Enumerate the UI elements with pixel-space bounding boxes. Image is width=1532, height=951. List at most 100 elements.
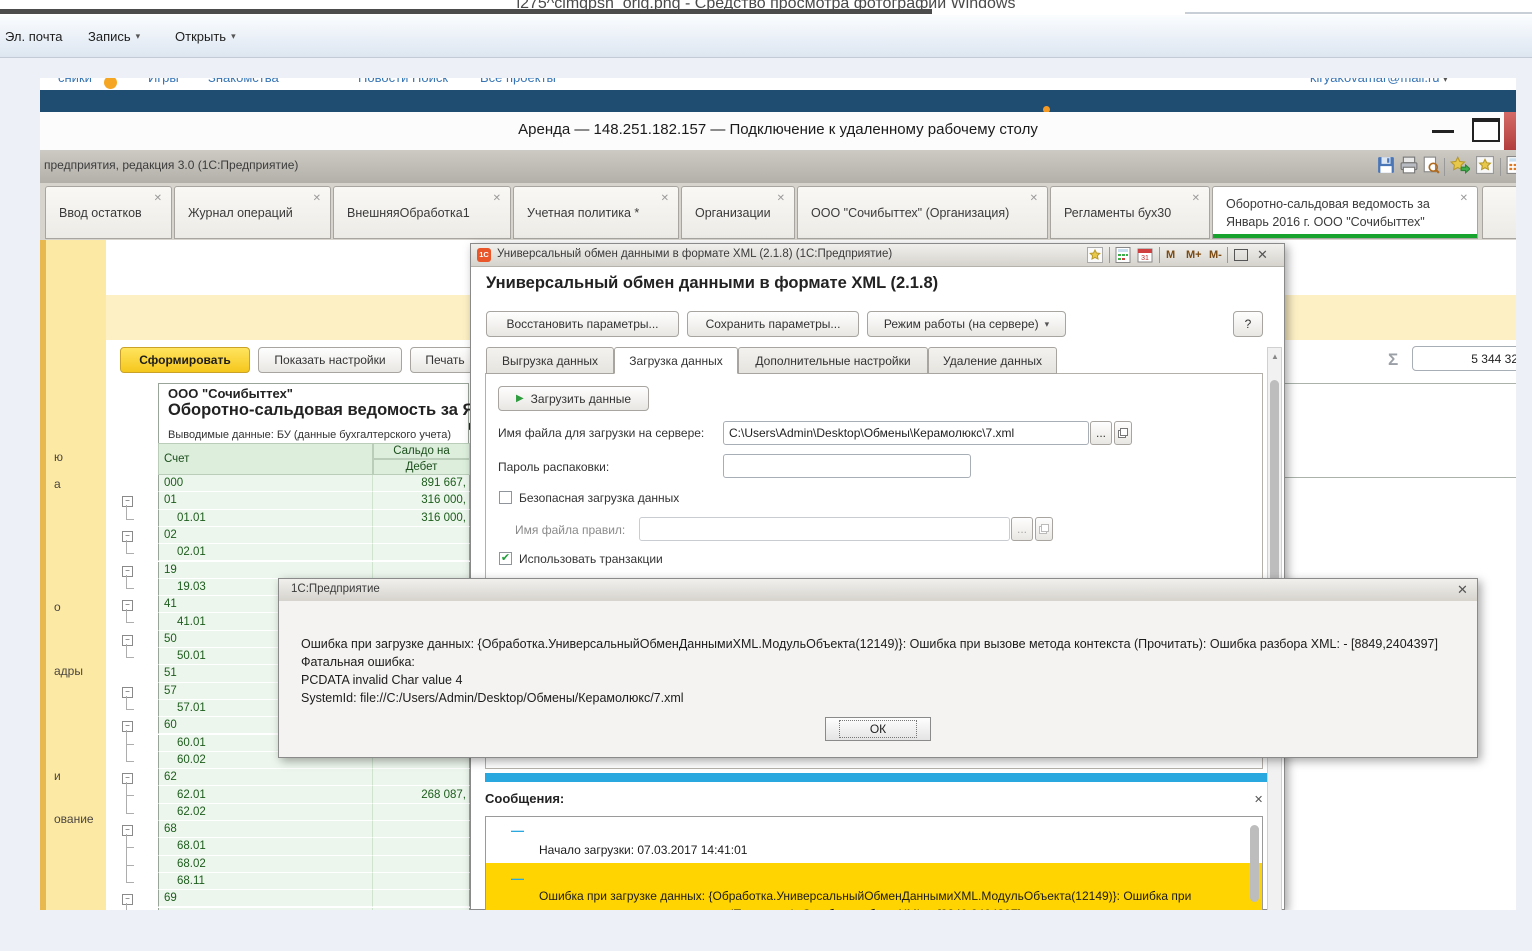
messages-divider[interactable] [485, 773, 1269, 782]
dialog-tab-3[interactable]: Дополнительные настройки [738, 347, 928, 374]
print-icon[interactable] [1400, 156, 1420, 176]
param-button-2[interactable]: Сохранить параметры... [687, 311, 859, 337]
xml-dialog-titlebar[interactable]: 1С Универсальный обмен данными в формате… [471, 244, 1284, 267]
expand-toggle-icon[interactable]: − [122, 894, 133, 905]
print-preview-icon[interactable] [1422, 156, 1442, 176]
add-favorite-icon[interactable] [1450, 156, 1470, 176]
rules-input[interactable] [639, 517, 1010, 541]
open-file-icon[interactable] [1114, 421, 1132, 445]
favorites-icon[interactable] [1476, 156, 1496, 176]
table-row-debit[interactable] [373, 856, 470, 873]
close-tab-icon[interactable]: ✕ [313, 193, 321, 204]
table-row-debit[interactable] [373, 821, 470, 838]
messages-scrollbar[interactable] [1250, 825, 1259, 902]
col-header-debit[interactable]: Дебет [373, 459, 470, 475]
maximize-button[interactable] [1472, 118, 1500, 142]
favorites-icon[interactable] [1087, 247, 1103, 268]
show-settings-button[interactable]: Показать настройки [258, 347, 402, 373]
sidebar-item[interactable]: ование [54, 812, 94, 826]
expand-toggle-icon[interactable]: − [122, 721, 133, 732]
account-link[interactable]: kiryakovamar@mail.ru ▾ [1310, 78, 1448, 85]
table-row-debit[interactable]: 316 000, [373, 510, 470, 527]
tab-5[interactable]: Организации✕ [681, 186, 795, 239]
browser-link[interactable]: сники [58, 78, 92, 85]
open-file-icon[interactable] [1035, 517, 1053, 541]
save-icon[interactable] [1377, 156, 1397, 176]
tab-2[interactable]: Журнал операций✕ [174, 186, 331, 239]
close-tab-icon[interactable]: ✕ [1030, 193, 1038, 204]
ok-button[interactable]: ОК [825, 717, 931, 741]
sidebar-item[interactable]: адры [54, 664, 83, 678]
table-row-debit[interactable] [373, 838, 470, 855]
tab-fragment[interactable] [1482, 186, 1516, 239]
table-row-account[interactable]: 69 [158, 890, 373, 907]
table-row-account[interactable]: 000 [158, 475, 373, 492]
generate-button[interactable]: Сформировать [120, 347, 250, 373]
table-row-debit[interactable] [373, 527, 470, 544]
browser-link[interactable]: Все проекты [480, 78, 556, 85]
message-item[interactable]: —Ошибка при загрузке данных: {Обработка.… [486, 863, 1263, 910]
table-row-debit[interactable] [373, 804, 470, 821]
table-row-account[interactable]: 01 [158, 492, 373, 509]
calculator-icon[interactable] [1115, 247, 1131, 268]
dialog-tab-1[interactable]: Выгрузка данных [486, 347, 614, 374]
dialog-tab-4[interactable]: Удаление данных [928, 347, 1057, 374]
tab-7[interactable]: Регламенты бух30✕ [1050, 186, 1210, 239]
sidebar-item[interactable]: ю [54, 450, 63, 464]
table-row-account[interactable]: 62.01 [158, 786, 373, 803]
expand-toggle-icon[interactable]: − [122, 496, 133, 507]
file-input[interactable]: C:\Users\Admin\Desktop\Обмены\Керамолюкс… [723, 421, 1089, 445]
table-row-account[interactable]: 62.02 [158, 804, 373, 821]
scroll-up-icon[interactable]: ▲ [1271, 352, 1279, 361]
table-row-account[interactable]: 02.01 [158, 544, 373, 561]
expand-toggle-icon[interactable]: − [122, 773, 133, 784]
col-header-account[interactable]: Счет [158, 443, 373, 475]
browser-link[interactable]: Новости [358, 78, 408, 85]
table-row-account[interactable]: 68.01 [158, 838, 373, 855]
sidebar-item[interactable]: и [54, 769, 61, 783]
calculator-icon[interactable] [1506, 156, 1516, 176]
table-row-account[interactable]: 68.11 [158, 873, 373, 890]
close-icon[interactable]: ✕ [1257, 247, 1268, 263]
expand-toggle-icon[interactable]: − [122, 687, 133, 698]
table-row-debit[interactable] [373, 769, 470, 786]
close-button[interactable] [1504, 112, 1516, 150]
expand-toggle-icon[interactable]: − [122, 531, 133, 542]
table-row-account[interactable]: 02 [158, 527, 373, 544]
close-icon[interactable]: ✕ [1457, 582, 1468, 598]
tab-3[interactable]: ВнешняяОбработка1✕ [333, 186, 511, 239]
table-row-debit[interactable]: 316 000, [373, 492, 470, 509]
tab-6[interactable]: ООО "Сочибыттех" (Организация)✕ [797, 186, 1048, 239]
table-row-account[interactable]: 68 [158, 821, 373, 838]
browse-button[interactable]: ... [1090, 421, 1112, 445]
table-row-account[interactable]: 62 [158, 769, 373, 786]
calendar-icon[interactable]: 31 [1137, 247, 1153, 268]
table-row-debit[interactable] [373, 908, 470, 911]
sidebar-item[interactable]: о [54, 600, 61, 614]
browser-link[interactable]: Игры [148, 78, 179, 85]
password-input[interactable] [723, 454, 971, 478]
table-row-debit[interactable]: 268 087, [373, 786, 470, 803]
browser-link[interactable]: Поиск [412, 78, 448, 85]
close-tab-icon[interactable]: ✕ [1460, 193, 1468, 204]
expand-toggle-icon[interactable]: − [122, 635, 133, 646]
col-header-balance[interactable]: Сальдо на [373, 443, 470, 459]
minimize-button[interactable] [1432, 130, 1454, 133]
tab-1[interactable]: Ввод остатков✕ [45, 186, 172, 239]
maximize-icon[interactable] [1234, 249, 1248, 261]
viewer-menu-2[interactable]: Открыть▾ [175, 25, 236, 47]
table-row-debit[interactable] [373, 562, 470, 579]
close-messages-icon[interactable]: ✕ [1254, 793, 1263, 806]
close-tab-icon[interactable]: ✕ [1192, 193, 1200, 204]
memory-button-M[interactable]: M [1166, 249, 1175, 261]
dialog-tab-2[interactable]: Загрузка данных [614, 347, 738, 374]
close-tab-icon[interactable]: ✕ [777, 193, 785, 204]
expand-toggle-icon[interactable]: − [122, 600, 133, 611]
param-button-3[interactable]: Режим работы (на сервере)▾ [867, 311, 1066, 337]
memory-button-M-[interactable]: M- [1209, 249, 1222, 261]
memory-button-M+[interactable]: M+ [1186, 249, 1202, 261]
help-button[interactable]: ? [1233, 311, 1263, 337]
table-row-account[interactable]: 69.01 [158, 908, 373, 911]
table-row-debit[interactable] [373, 873, 470, 890]
expand-toggle-icon[interactable]: − [122, 566, 133, 577]
